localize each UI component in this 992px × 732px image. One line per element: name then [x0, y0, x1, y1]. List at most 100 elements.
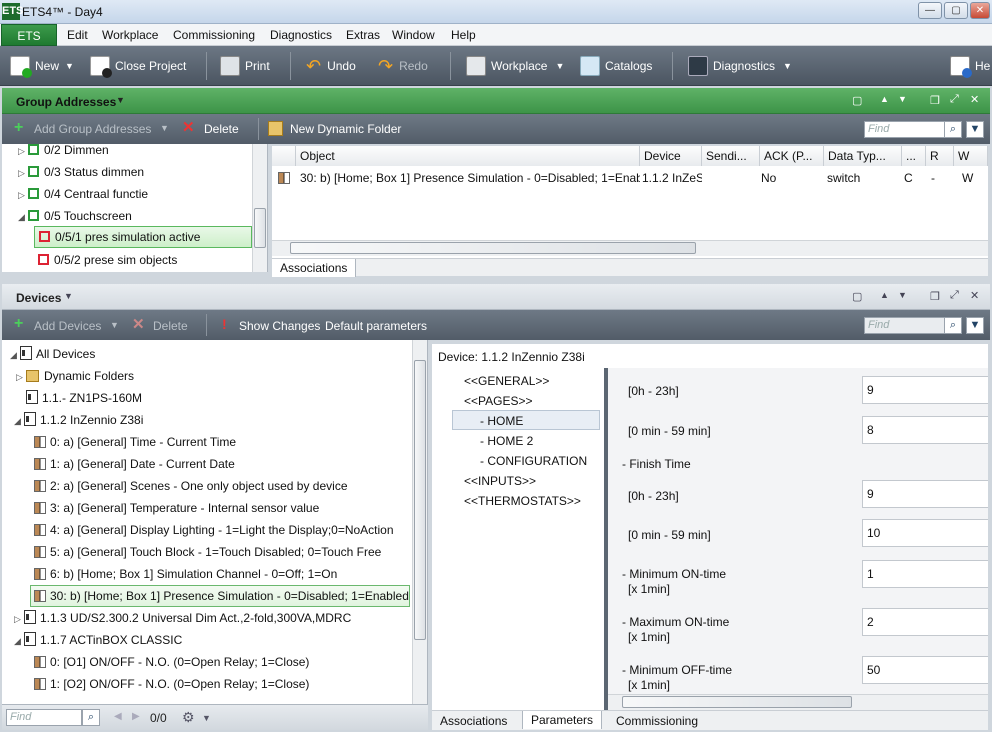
close-project-button[interactable]: Close Project: [90, 54, 186, 78]
column-header-sending[interactable]: Sendi...: [702, 146, 760, 166]
search-icon[interactable]: ⌕: [944, 317, 962, 334]
tree-item-0-5-2[interactable]: 0/5/2 prese sim objects: [38, 250, 177, 270]
undo-button[interactable]: ↶ Undo: [306, 54, 356, 78]
tree-object-selected[interactable]: 30: b) [Home; Box 1] Presence Simulation…: [30, 585, 410, 607]
table-horizontal-scrollbar[interactable]: [272, 240, 988, 256]
menu-help[interactable]: Help: [451, 28, 476, 42]
delete-button[interactable]: Delete: [204, 122, 239, 136]
tab-commissioning[interactable]: Commissioning: [608, 712, 706, 730]
search-icon[interactable]: ⌕: [944, 121, 962, 138]
collapse-arrow-icon[interactable]: ◢: [18, 207, 28, 227]
move-up-icon[interactable]: ▲: [880, 94, 889, 104]
param-input-finish-hour[interactable]: 9: [862, 480, 988, 508]
tree-item-0-4[interactable]: ▷ 0/4 Centraal functie: [18, 184, 148, 204]
chevron-down-icon[interactable]: ▼: [116, 95, 125, 105]
expand-arrow-icon[interactable]: ▷: [16, 367, 26, 387]
expand-arrow-icon[interactable]: ▷: [14, 609, 24, 629]
nav-general[interactable]: <<GENERAL>>: [464, 374, 549, 388]
chevron-down-icon[interactable]: ▼: [64, 291, 73, 301]
nav-inputs[interactable]: <<INPUTS>>: [464, 474, 536, 488]
tree-object[interactable]: 5: a) [General] Touch Block - 1=Touch Di…: [34, 542, 381, 562]
tree-object[interactable]: 3: a) [General] Temperature - Internal s…: [34, 498, 319, 518]
tree-object[interactable]: 0: a) [General] Time - Current Time: [34, 432, 236, 452]
param-input-start-minute[interactable]: 8: [862, 416, 988, 444]
move-up-icon[interactable]: ▲: [880, 290, 889, 300]
panel-restore-icon[interactable]: ▢: [852, 94, 862, 107]
menu-diagnostics[interactable]: Diagnostics: [270, 28, 332, 42]
close-window-button[interactable]: ✕: [970, 2, 990, 19]
tree-object[interactable]: 1: [O2] ON/OFF - N.O. (0=Open Relay; 1=C…: [34, 674, 309, 694]
menu-window[interactable]: Window: [392, 28, 435, 42]
default-parameters-button[interactable]: Default parameters: [325, 319, 427, 333]
dock-icon[interactable]: ❐: [930, 94, 940, 107]
tree-device-1-1-3[interactable]: ▷ 1.1.3 UD/S2.300.2 Universal Dim Act.,2-…: [14, 608, 351, 628]
maximize-icon[interactable]: ⤢: [950, 289, 959, 302]
nav-pages[interactable]: <<PAGES>>: [464, 394, 533, 408]
expand-arrow-icon[interactable]: ▷: [18, 163, 28, 183]
move-down-icon[interactable]: ▼: [898, 94, 907, 104]
column-header-ack[interactable]: ACK (P...: [760, 146, 824, 166]
show-changes-button[interactable]: Show Changes: [239, 319, 320, 333]
help-button[interactable]: He: [950, 54, 990, 78]
add-group-addresses-button[interactable]: Add Group Addresses: [34, 122, 151, 136]
column-header-object[interactable]: Object: [296, 146, 640, 166]
scrollbar-thumb[interactable]: [622, 696, 852, 708]
redo-button[interactable]: ↷ Redo: [378, 54, 428, 78]
param-input-min-off-time[interactable]: 50: [862, 656, 988, 684]
column-header-r[interactable]: R: [926, 146, 954, 166]
parameter-horizontal-scrollbar[interactable]: [608, 694, 988, 710]
filter-icon[interactable]: ▼: [966, 121, 984, 138]
tree-scrollbar[interactable]: [252, 144, 267, 272]
tree-item-0-5-1-selected[interactable]: 0/5/1 pres simulation active: [34, 226, 252, 248]
tree-object[interactable]: 0: [O1] ON/OFF - N.O. (0=Open Relay; 1=C…: [34, 652, 309, 672]
gear-icon[interactable]: ⚙: [182, 709, 195, 726]
tree-item-0-5[interactable]: ◢ 0/5 Touchscreen: [18, 206, 132, 226]
devices-title[interactable]: Devices: [16, 291, 61, 305]
expand-arrow-icon[interactable]: ▷: [18, 185, 28, 205]
close-panel-icon[interactable]: ✕: [970, 93, 979, 106]
tree-item-0-2[interactable]: ▷ 0/2 Dimmen: [18, 144, 109, 160]
tree-item-0-3[interactable]: ▷ 0/3 Status dimmen: [18, 162, 144, 182]
tree-object[interactable]: 6: b) [Home; Box 1] Simulation Channel -…: [34, 564, 337, 584]
diagnostics-button[interactable]: Diagnostics ▼: [688, 54, 792, 78]
chevron-down-icon[interactable]: ▼: [160, 123, 169, 133]
tree-all-devices[interactable]: ◢ All Devices: [10, 344, 95, 364]
param-input-max-on-time[interactable]: 2: [862, 608, 988, 636]
tab-associations[interactable]: Associations: [432, 712, 515, 730]
panel-restore-icon[interactable]: ▢: [852, 290, 862, 303]
tree-dynamic-folders[interactable]: ▷ Dynamic Folders: [16, 366, 134, 386]
minimize-button[interactable]: —: [918, 2, 942, 19]
filter-icon[interactable]: ▼: [966, 317, 984, 334]
close-panel-icon[interactable]: ✕: [970, 289, 979, 302]
table-row[interactable]: 30: b) [Home; Box 1] Presence Simulation…: [272, 168, 988, 188]
param-input-start-hour[interactable]: 9: [862, 376, 988, 404]
scrollbar-thumb[interactable]: [414, 360, 426, 640]
scrollbar-thumb[interactable]: [290, 242, 696, 254]
collapse-arrow-icon[interactable]: ◢: [10, 345, 20, 365]
print-button[interactable]: Print: [220, 54, 270, 78]
tree-object[interactable]: 1: a) [General] Date - Current Date: [34, 454, 235, 474]
column-header-data-type[interactable]: Data Typ...: [824, 146, 902, 166]
search-icon[interactable]: ⌕: [82, 709, 100, 726]
nav-home[interactable]: - HOME: [480, 414, 523, 428]
menu-workplace[interactable]: Workplace: [102, 28, 158, 42]
maximize-icon[interactable]: ⤢: [950, 93, 959, 106]
tab-associations[interactable]: Associations: [272, 259, 357, 277]
param-input-min-on-time[interactable]: 1: [862, 560, 988, 588]
nav-configuration[interactable]: - CONFIGURATION: [480, 454, 587, 468]
ets-menu-button[interactable]: ETS: [1, 24, 57, 46]
catalogs-button[interactable]: Catalogs: [580, 54, 652, 78]
column-header-more[interactable]: ...: [902, 146, 926, 166]
tree-device-1-1-7[interactable]: ◢ 1.1.7 ACTinBOX CLASSIC: [14, 630, 182, 650]
collapse-arrow-icon[interactable]: ◢: [14, 631, 24, 651]
collapse-arrow-icon[interactable]: ◢: [14, 411, 24, 431]
nav-home-2[interactable]: - HOME 2: [480, 434, 533, 448]
new-button[interactable]: New ▼: [10, 54, 74, 78]
device-tree-find-input[interactable]: Find: [6, 709, 82, 726]
new-dynamic-folder-button[interactable]: New Dynamic Folder: [290, 122, 401, 136]
tab-parameters[interactable]: Parameters: [522, 711, 603, 729]
tree-device-1-1-x[interactable]: 1.1.- ZN1PS-160M: [26, 388, 142, 408]
device-tree-scrollbar[interactable]: [412, 340, 427, 704]
tree-object[interactable]: 2: a) [General] Scenes - One only object…: [34, 476, 348, 496]
previous-icon[interactable]: ◀: [114, 711, 122, 722]
